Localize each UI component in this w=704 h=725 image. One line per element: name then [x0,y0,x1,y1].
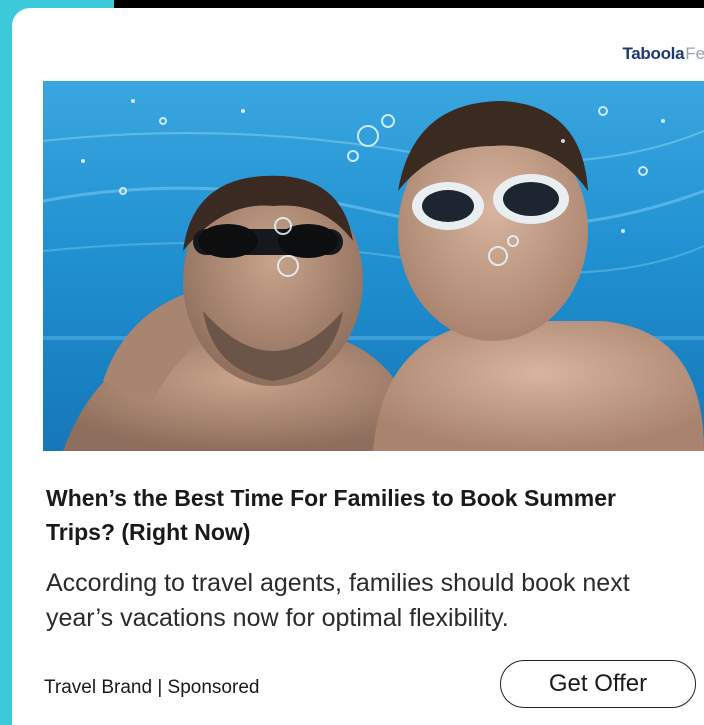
ad-headline[interactable]: When’s the Best Time For Families to Boo… [46,481,686,549]
taboola-feed-logo[interactable]: Taboola Feed [622,45,704,62]
ad-attribution[interactable]: Travel Brand | Sponsored [44,677,259,699]
feed-wordmark: Feed [685,44,704,63]
page: Taboola Feed [0,0,704,725]
ad-description[interactable]: According to travel agents, families sho… [46,566,696,636]
taboola-wordmark: Taboola [622,44,685,63]
underwater-family-photo [43,81,704,451]
ad-hero-image[interactable] [43,81,704,451]
get-offer-button[interactable]: Get Offer [500,660,696,708]
